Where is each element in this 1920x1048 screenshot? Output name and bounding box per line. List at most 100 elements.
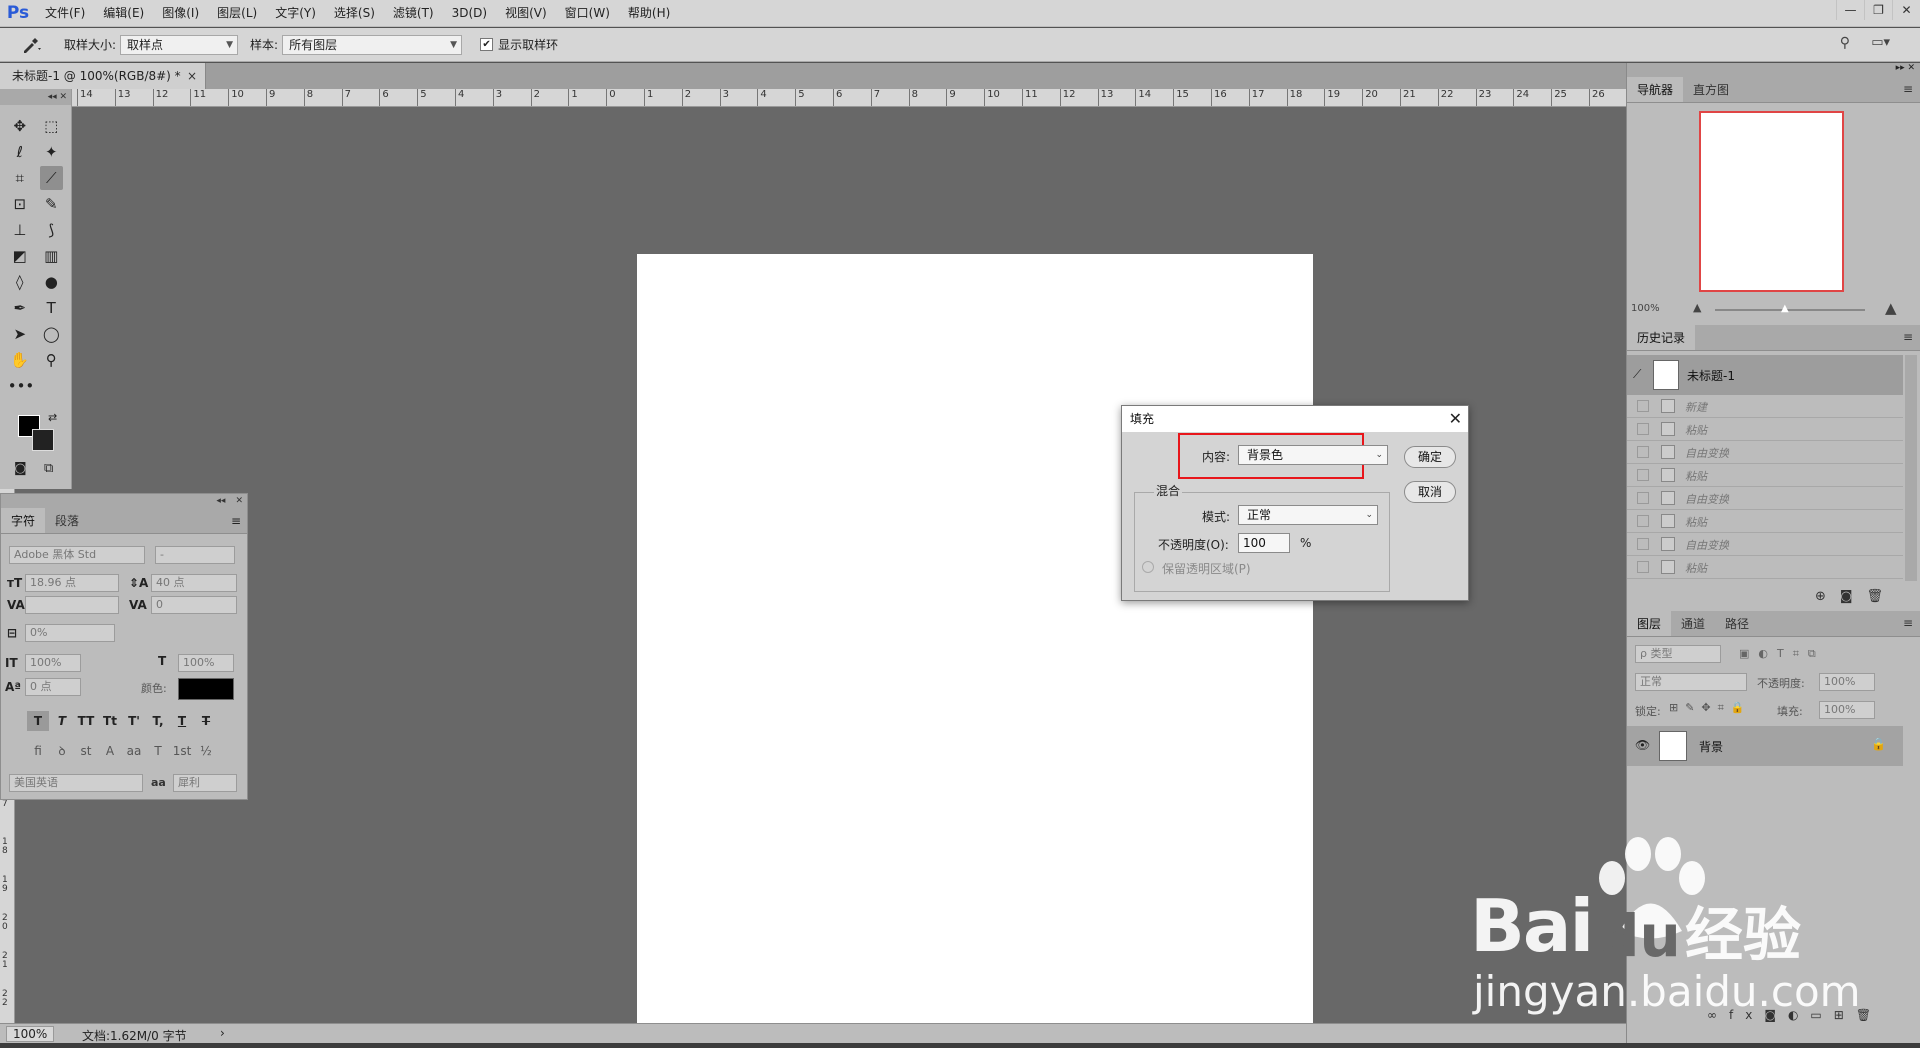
close-icon[interactable]: ✕	[1449, 406, 1462, 432]
zoom-slider-thumb[interactable]: ▲	[1781, 303, 1789, 314]
history-item[interactable]: 自由变换	[1627, 441, 1903, 464]
menu-select[interactable]: 选择(S)	[325, 0, 384, 27]
ordinals-button[interactable]: 1st	[171, 741, 193, 761]
restore-button[interactable]: ❐	[1864, 0, 1892, 20]
layer-fill-field[interactable]: 100%	[1819, 701, 1875, 719]
stamp-tool-icon[interactable]: ⊥	[8, 218, 32, 242]
panel-menu-icon[interactable]: ≡	[1903, 330, 1913, 344]
marquee-tool-icon[interactable]: ⬚	[40, 114, 64, 138]
zoom-slider-track[interactable]	[1715, 309, 1865, 311]
move-tool-icon[interactable]: ✥	[8, 114, 32, 138]
hand-tool-icon[interactable]: ✋	[8, 348, 32, 372]
sample-select[interactable]: 所有图层 ▼	[282, 34, 463, 55]
tab-navigator[interactable]: 导航器	[1627, 77, 1684, 102]
titling-alt-button[interactable]: T	[147, 741, 169, 761]
pen-tool-icon[interactable]: ✒	[8, 296, 32, 320]
history-item[interactable]: 粘贴	[1627, 556, 1903, 579]
status-zoom[interactable]: 100%	[6, 1026, 55, 1042]
ellipse-tool-icon[interactable]: ◯	[40, 322, 64, 346]
collapse-icon[interactable]: ▸▸ ✕	[1896, 63, 1915, 73]
show-ring-checkbox[interactable]: ✔	[480, 38, 494, 51]
tsume-field[interactable]: 0%	[25, 624, 115, 642]
history-brush-source-icon[interactable]: ⟋	[1633, 367, 1641, 382]
menu-3d[interactable]: 3D(D)	[443, 0, 496, 27]
minimize-button[interactable]: —	[1836, 0, 1864, 20]
swap-colors-icon[interactable]: ⇄	[48, 411, 57, 424]
language-select[interactable]: 美国英语	[9, 774, 143, 792]
history-snapshot-row[interactable]: ⟋ 未标题-1	[1627, 355, 1903, 395]
screen-mode-icon[interactable]: ⧉	[44, 461, 53, 476]
discretionary-ligature-button[interactable]: st	[75, 741, 97, 761]
sample-size-select[interactable]: 取样点 ▼	[120, 34, 239, 55]
lasso-tool-icon[interactable]: ℓ	[8, 140, 32, 164]
blur-tool-icon[interactable]: ◊	[8, 270, 32, 294]
collapse-icon[interactable]: ◂◂	[216, 496, 225, 506]
subscript-button[interactable]: T,	[147, 711, 169, 731]
history-brush-icon[interactable]: ⟆	[40, 218, 64, 242]
close-icon[interactable]: ✕	[235, 496, 243, 506]
leading-field[interactable]: 40 点	[151, 574, 237, 592]
ligature-button[interactable]: fi	[27, 741, 49, 761]
crop-tool-icon[interactable]: ⌗	[8, 166, 32, 190]
type-tool-icon[interactable]: T	[40, 296, 64, 320]
old-style-button[interactable]: ꝺ	[51, 741, 73, 761]
baseline-shift-field[interactable]: 0 点	[25, 678, 81, 696]
history-item[interactable]: 自由变换	[1627, 533, 1903, 556]
ok-button[interactable]: 确定	[1404, 446, 1456, 468]
navigator-zoom-value[interactable]: 100%	[1631, 303, 1660, 314]
layer-opacity-field[interactable]: 100%	[1819, 673, 1875, 691]
zoom-out-icon[interactable]: ▲	[1693, 301, 1701, 314]
search-icon[interactable]: ⚲	[1840, 35, 1850, 51]
history-scrollbar[interactable]	[1905, 355, 1917, 581]
menu-image[interactable]: 图像(I)	[153, 0, 208, 27]
lock-icons[interactable]: ⊞✎✥⌗🔒	[1669, 701, 1752, 715]
menu-file[interactable]: 文件(F)	[36, 0, 94, 27]
dodge-tool-icon[interactable]: ●	[40, 270, 64, 294]
layer-row[interactable]: 👁 背景 🔒	[1627, 726, 1903, 766]
menu-view[interactable]: 视图(V)	[496, 0, 556, 27]
history-item[interactable]: 自由变换	[1627, 487, 1903, 510]
tracking-field[interactable]: 0	[151, 596, 237, 614]
eyedropper-tool-icon[interactable]: ⟋	[39, 166, 63, 190]
tab-paths[interactable]: 路径	[1715, 611, 1759, 636]
underline-button[interactable]: T	[171, 711, 193, 731]
frame-tool-icon[interactable]: ⊡	[8, 192, 32, 216]
kerning-field[interactable]	[25, 596, 119, 614]
collapse-icon[interactable]: ◂◂ ✕	[48, 92, 67, 102]
layer-filter-icons[interactable]: ▣◐T⌗⧉	[1739, 647, 1825, 661]
panel-menu-icon[interactable]: ≡	[1903, 616, 1913, 630]
antialias-select[interactable]: 犀利	[173, 774, 237, 792]
opacity-input[interactable]: 100	[1238, 533, 1290, 553]
tab-channels[interactable]: 通道	[1671, 611, 1715, 636]
menu-help[interactable]: 帮助(H)	[619, 0, 679, 27]
superscript-button[interactable]: T'	[123, 711, 145, 731]
eyedropper-preset-icon[interactable]	[12, 31, 52, 59]
magic-wand-icon[interactable]: ✦	[40, 140, 64, 164]
zoom-in-icon[interactable]: ▲	[1885, 299, 1897, 317]
menu-window[interactable]: 窗口(W)	[556, 0, 619, 27]
swash-button[interactable]: A	[99, 741, 121, 761]
tab-paragraph[interactable]: 段落	[45, 508, 89, 533]
panel-menu-icon[interactable]: ≡	[1903, 82, 1913, 96]
layer-filter-select[interactable]: ρ 类型	[1635, 645, 1721, 663]
text-color-swatch[interactable]	[178, 678, 234, 700]
document-tab[interactable]: 未标题-1 @ 100%(RGB/8#) * ×	[0, 63, 206, 89]
blend-mode-select[interactable]: 正常	[1635, 673, 1747, 691]
eraser-tool-icon[interactable]: ◩	[8, 244, 32, 268]
stylistic-alt-button[interactable]: aa	[123, 741, 145, 761]
background-color-swatch[interactable]	[32, 429, 54, 451]
menu-edit[interactable]: 编辑(E)	[94, 0, 153, 27]
strikethrough-button[interactable]: T	[195, 711, 217, 731]
mode-select[interactable]: 正常 ⌄	[1238, 505, 1378, 525]
font-family-field[interactable]: Adobe 黑体 Std	[9, 546, 145, 564]
faux-bold-button[interactable]: T	[27, 711, 49, 731]
path-select-icon[interactable]: ➤	[8, 322, 32, 346]
preserve-transparency-checkbox[interactable]	[1142, 561, 1154, 573]
more-tools-icon[interactable]: •••	[8, 374, 35, 398]
menu-layer[interactable]: 图层(L)	[208, 0, 266, 27]
menu-filter[interactable]: 滤镜(T)	[384, 0, 443, 27]
tab-character[interactable]: 字符	[1, 508, 46, 533]
menu-type[interactable]: 文字(Y)	[266, 0, 325, 27]
tab-history[interactable]: 历史记录	[1627, 325, 1696, 350]
history-item[interactable]: 粘贴	[1627, 510, 1903, 533]
